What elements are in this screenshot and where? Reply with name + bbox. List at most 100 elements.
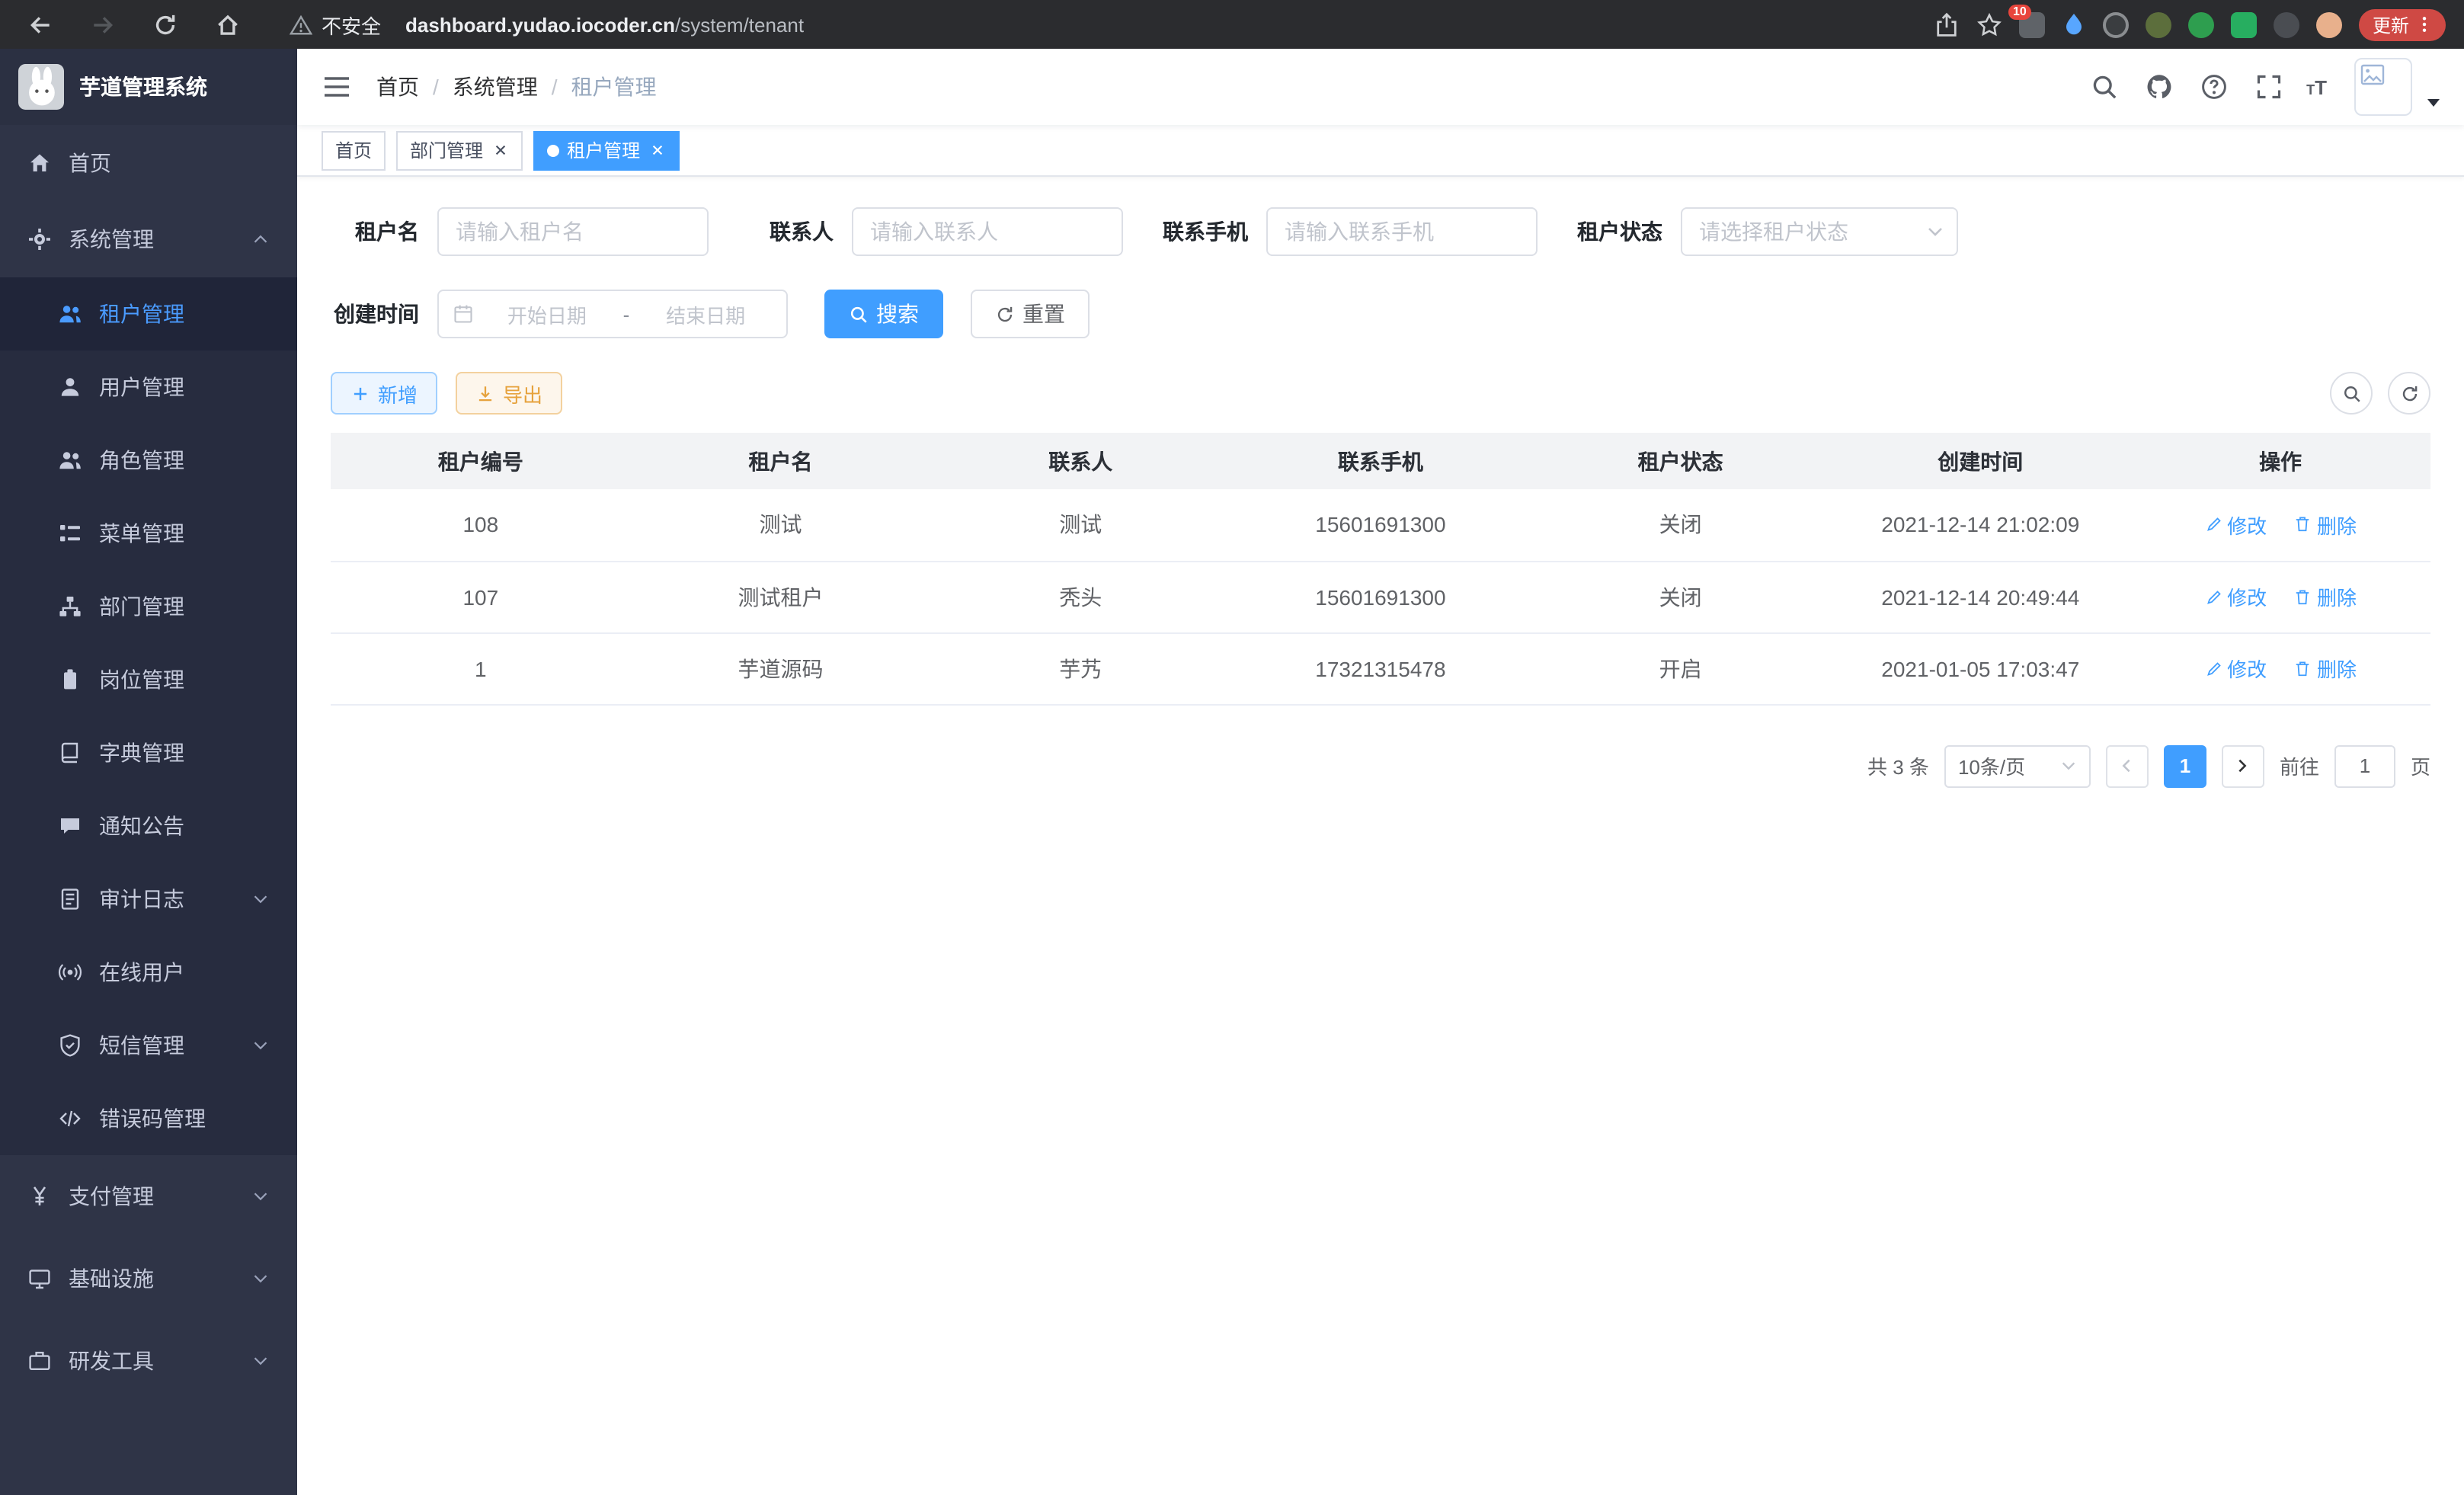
table-row: 108 测试 测试 15601691300 关闭 2021-12-14 21:0…: [331, 489, 2430, 561]
delete-link[interactable]: 删除: [2294, 654, 2357, 683]
screen: 不安全 dashboard.yudao.iocoder.cn/system/te…: [0, 0, 2464, 1495]
address-bar[interactable]: dashboard.yudao.iocoder.cn/system/tenant: [405, 13, 1915, 36]
breadcrumb-current: 租户管理: [571, 72, 657, 102]
edit-link[interactable]: 修改: [2204, 511, 2267, 539]
edit-link[interactable]: 修改: [2204, 582, 2267, 611]
back-button[interactable]: [18, 2, 62, 46]
sidebar-item-user-management[interactable]: 用户管理: [0, 351, 297, 424]
tag-tenant-management[interactable]: 租户管理: [533, 130, 680, 170]
sidebar-item-error-code[interactable]: 错误码管理: [0, 1082, 297, 1155]
reload-button[interactable]: [143, 2, 187, 46]
extension-green-square-icon[interactable]: [2231, 11, 2257, 37]
home-button[interactable]: [206, 2, 250, 46]
filter-contact-name: 联系人: [745, 207, 1123, 256]
collapse-sidebar-icon[interactable]: [322, 72, 352, 102]
tag-close-icon[interactable]: [491, 141, 509, 159]
sidebar-item-dev-tools[interactable]: 研发工具: [0, 1320, 297, 1402]
filter-tenant-name: 租户名: [331, 207, 709, 256]
chrome-update-button[interactable]: 更新: [2359, 8, 2446, 40]
github-link[interactable]: [2136, 64, 2181, 110]
sidebar-item-tenant-management[interactable]: 租户管理: [0, 277, 297, 351]
home-icon: [27, 151, 52, 175]
user-avatar[interactable]: [2354, 58, 2412, 116]
sidebar-item-notice[interactable]: 通知公告: [0, 789, 297, 863]
extension-icon-badged[interactable]: 10: [2019, 11, 2045, 37]
tag-dept-management[interactable]: 部门管理: [396, 130, 523, 170]
sidebar-item-dict-management[interactable]: 字典管理: [0, 716, 297, 789]
breadcrumb-separator: /: [433, 75, 439, 99]
sidebar-item-dept-management[interactable]: 部门管理: [0, 570, 297, 643]
page-number-button[interactable]: 1: [2164, 744, 2206, 787]
edit-link[interactable]: 修改: [2204, 654, 2267, 683]
next-page-button[interactable]: [2222, 744, 2264, 787]
browser-actions: 10 更新: [1934, 8, 2446, 40]
sidebar-item-menu-management[interactable]: 菜单管理: [0, 497, 297, 570]
breadcrumb-system-management[interactable]: 系统管理: [453, 72, 538, 102]
reload-icon: [152, 11, 178, 37]
cell-mobile: 15601691300: [1230, 561, 1531, 632]
reset-button[interactable]: 重置: [971, 290, 1090, 338]
tag-home[interactable]: 首页: [322, 130, 386, 170]
contact-name-input[interactable]: [852, 207, 1123, 256]
profile-avatar[interactable]: [2316, 11, 2342, 37]
extension-badge: 10: [2008, 4, 2031, 19]
user-icon: [58, 375, 82, 399]
sidebar-item-system-management[interactable]: 系统管理: [0, 201, 297, 277]
extension-green-circle-icon[interactable]: [2188, 11, 2214, 37]
cell-status: 开启: [1531, 632, 1831, 704]
tenant-people-icon: [58, 302, 82, 326]
extension-paw-icon[interactable]: [2274, 11, 2299, 37]
user-dropdown-caret[interactable]: [2427, 98, 2440, 106]
date-start-placeholder: 开始日期: [480, 299, 614, 328]
delete-link[interactable]: 删除: [2294, 511, 2357, 539]
contact-mobile-label: 联系手机: [1160, 216, 1248, 247]
bookmark-star-icon[interactable]: [1976, 11, 2002, 37]
trash-icon: [2294, 587, 2312, 606]
add-button[interactable]: 新增: [331, 372, 437, 415]
status-select[interactable]: [1681, 207, 1958, 256]
export-button[interactable]: 导出: [456, 372, 562, 415]
cell-contact: 测试: [930, 489, 1230, 561]
top-navbar: 首页 / 系统管理 / 租户管理 TT: [297, 49, 2464, 125]
contact-mobile-input[interactable]: [1266, 207, 1538, 256]
share-icon[interactable]: [1934, 11, 1960, 37]
sidebar-item-post-management[interactable]: 岗位管理: [0, 643, 297, 716]
site-security-chip[interactable]: 不安全: [290, 10, 381, 39]
sidebar-item-role-management[interactable]: 角色管理: [0, 424, 297, 497]
filter-row-2: 创建时间 开始日期 - 结束日期 搜索 重置: [331, 290, 2430, 338]
font-size-button[interactable]: TT: [2300, 75, 2333, 98]
date-separator: -: [620, 303, 633, 325]
tags-view: 首页 部门管理 租户管理: [297, 125, 2464, 177]
refresh-table-button[interactable]: [2388, 372, 2430, 415]
url-path: /system/tenant: [675, 13, 804, 36]
date-range-picker[interactable]: 开始日期 - 结束日期: [437, 290, 788, 338]
sidebar-item-audit-log[interactable]: 审计日志: [0, 863, 297, 936]
tenant-name-input[interactable]: [437, 207, 709, 256]
search-button[interactable]: 搜索: [824, 290, 943, 338]
page-size-select[interactable]: 10条/页: [1944, 744, 2091, 787]
cell-tenant-name: 测试: [631, 489, 931, 561]
app-logo[interactable]: 芋道管理系统: [0, 49, 297, 125]
goto-page-input[interactable]: [2334, 744, 2395, 787]
help-doc-button[interactable]: [2190, 64, 2236, 110]
delete-link[interactable]: 删除: [2294, 582, 2357, 611]
chevron-down-icon: [251, 1352, 270, 1370]
sidebar-item-infrastructure[interactable]: 基础设施: [0, 1237, 297, 1320]
chevron-down-icon: [251, 1187, 270, 1205]
extension-olive-icon[interactable]: [2146, 11, 2171, 37]
sidebar-item-sms-management[interactable]: 短信管理: [0, 1009, 297, 1082]
sidebar-item-online-users[interactable]: 在线用户: [0, 936, 297, 1009]
sidebar-item-payment[interactable]: 支付管理: [0, 1155, 297, 1237]
tag-close-icon[interactable]: [648, 141, 666, 159]
browser-toolbar: 不安全 dashboard.yudao.iocoder.cn/system/te…: [0, 0, 2464, 49]
forward-button[interactable]: [81, 2, 125, 46]
fullscreen-button[interactable]: [2245, 64, 2291, 110]
toggle-search-button[interactable]: [2330, 372, 2373, 415]
extension-dark-icon[interactable]: [2103, 11, 2129, 37]
breadcrumb-home[interactable]: 首页: [376, 72, 419, 102]
prev-page-button[interactable]: [2106, 744, 2149, 787]
filter-contact-mobile: 联系手机: [1160, 207, 1538, 256]
header-search-button[interactable]: [2081, 64, 2126, 110]
sidebar-item-home[interactable]: 首页: [0, 125, 297, 201]
extension-drop-icon[interactable]: [2062, 12, 2086, 37]
